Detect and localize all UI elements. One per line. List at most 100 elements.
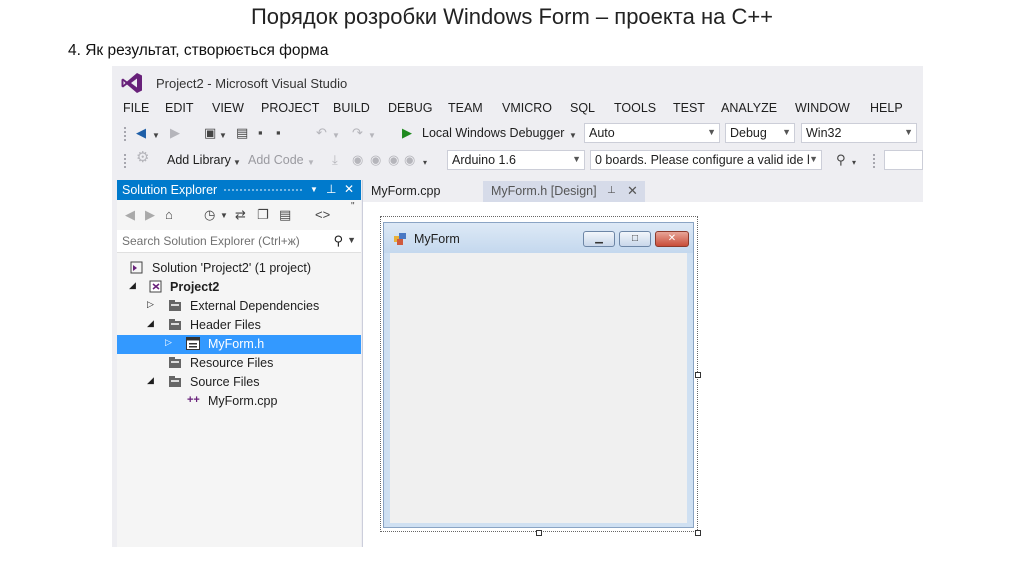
menu-help[interactable]: HELP xyxy=(870,101,903,115)
vmicro-toolbar: ⚙ Add Library ▼ Add Code ▼ ⤓ ◉ ◉ ◉ ◉ ▾ A… xyxy=(112,148,923,173)
back-dropdown-icon[interactable]: ▼ xyxy=(152,128,160,144)
menu-window[interactable]: WINDOW xyxy=(795,101,850,115)
menu-vmicro[interactable]: VMICRO xyxy=(502,101,552,115)
overflow-icon[interactable]: " xyxy=(351,201,355,212)
stop-icon[interactable]: ◉ xyxy=(370,152,381,168)
toolbar-grip[interactable] xyxy=(123,126,127,142)
menu-file[interactable]: FILE xyxy=(123,101,149,115)
upload-icon[interactable]: ⤓ xyxy=(332,152,338,168)
step-icon[interactable]: ◉ xyxy=(404,152,415,168)
tree-item-solution[interactable]: Solution 'Project2' (1 project) xyxy=(117,259,361,278)
menu-project[interactable]: PROJECT xyxy=(261,101,319,115)
redo-icon[interactable]: ↷ xyxy=(352,125,363,141)
tree-item-myform-cpp[interactable]: ++ MyForm.cpp xyxy=(117,392,361,411)
add-code-button[interactable]: Add Code xyxy=(248,153,304,167)
form-window[interactable]: MyForm ▁ □ ✕ xyxy=(383,222,694,528)
tree-item-myform-h[interactable]: ▷ MyForm.h xyxy=(117,335,361,354)
tree-item-project[interactable]: ◢ Project2 xyxy=(117,278,361,297)
menu-view[interactable]: VIEW xyxy=(212,101,244,115)
search-dropdown-icon[interactable]: ▾ xyxy=(852,155,856,171)
search-icon[interactable]: ⚲ xyxy=(836,152,846,168)
form-client-area[interactable] xyxy=(390,253,687,523)
save-all-icon[interactable]: ▪ xyxy=(276,125,281,141)
start-debugging-icon[interactable]: ▶ xyxy=(402,125,412,141)
pin-icon[interactable]: ⊥ xyxy=(326,182,336,196)
menu-test[interactable]: TEST xyxy=(673,101,705,115)
maximize-button[interactable]: □ xyxy=(619,231,651,247)
open-file-icon[interactable]: ▤ xyxy=(236,125,248,141)
new-project-dropdown-icon[interactable]: ▼ xyxy=(219,128,227,144)
add-code-dropdown-icon[interactable]: ▼ xyxy=(307,155,315,171)
properties-icon[interactable]: ▤ xyxy=(279,207,291,223)
find-input[interactable] xyxy=(884,150,923,170)
menu-build[interactable]: BUILD xyxy=(333,101,370,115)
add-library-dropdown-icon[interactable]: ▼ xyxy=(233,155,241,171)
solution-platform-combo[interactable]: Auto ▼ xyxy=(584,123,720,143)
pause-icon[interactable]: ◉ xyxy=(388,152,399,168)
expanded-arrow-icon[interactable]: ◢ xyxy=(147,318,154,329)
menu-edit[interactable]: EDIT xyxy=(165,101,193,115)
home-icon[interactable]: ⌂ xyxy=(165,207,173,222)
save-icon[interactable]: ▪ xyxy=(258,125,263,141)
collapse-all-icon[interactable]: ❐ xyxy=(257,207,269,223)
expanded-arrow-icon[interactable]: ◢ xyxy=(129,280,136,291)
menu-tools[interactable]: TOOLS xyxy=(614,101,656,115)
solution-explorer-header: Solution Explorer ▼ ⊥ ✕ xyxy=(117,180,361,200)
toolbar-grip[interactable] xyxy=(123,153,127,169)
search-icon[interactable]: ⚲ xyxy=(333,233,343,249)
resize-handle-right[interactable] xyxy=(695,372,701,378)
solution-explorer-toolbar: ◀ ▶ ⌂ ◷ ▼ ⇄ ❐ ▤ <> " xyxy=(117,201,361,228)
tree-item-header-files[interactable]: ◢ Header Files xyxy=(117,316,361,335)
overflow-icon[interactable]: ▾ xyxy=(423,155,427,171)
port-combo[interactable]: 0 boards. Please configure a valid ide l… xyxy=(590,150,822,170)
menu-analyze[interactable]: ANALYZE xyxy=(721,101,777,115)
configuration-combo[interactable]: Debug ▼ xyxy=(725,123,795,143)
back-icon[interactable]: ◀ xyxy=(125,207,135,223)
undo-dropdown-icon[interactable]: ▼ xyxy=(332,128,340,144)
gear-icon[interactable]: ⚙ xyxy=(136,150,149,166)
search-placeholder: Search Solution Explorer (Ctrl+ж) xyxy=(122,234,300,248)
tab-myform-cpp[interactable]: MyForm.cpp xyxy=(363,181,483,202)
platform-combo[interactable]: Win32 ▼ xyxy=(801,123,917,143)
tree-item-external-dependencies[interactable]: ▷ External Dependencies xyxy=(117,297,361,316)
back-icon[interactable]: ◀ xyxy=(136,125,146,141)
pending-changes-icon[interactable]: ◷ xyxy=(204,207,215,223)
visual-studio-logo-icon xyxy=(121,73,142,93)
title-bar: Project2 - Microsoft Visual Studio xyxy=(112,66,923,98)
view-code-icon[interactable]: <> xyxy=(315,207,330,222)
close-button[interactable]: ✕ xyxy=(655,231,689,247)
pending-dropdown-icon[interactable]: ▼ xyxy=(220,211,228,220)
menu-debug[interactable]: DEBUG xyxy=(388,101,432,115)
board-combo[interactable]: Arduino 1.6 ▼ xyxy=(447,150,585,170)
resize-handle-bottom[interactable] xyxy=(536,530,542,536)
sync-icon[interactable]: ⇄ xyxy=(235,207,246,223)
redo-dropdown-icon[interactable]: ▼ xyxy=(368,128,376,144)
chevron-down-icon[interactable]: ▼ xyxy=(347,235,356,245)
expanded-arrow-icon[interactable]: ◢ xyxy=(147,375,154,386)
pin-tab-icon[interactable]: ⊥ xyxy=(607,185,616,196)
undo-icon[interactable]: ↶ xyxy=(316,125,327,141)
close-tab-icon[interactable]: ✕ xyxy=(627,183,638,199)
tab-myform-h-design[interactable]: MyForm.h [Design] ⊥ ✕ xyxy=(483,181,645,202)
new-project-icon[interactable]: ▣ xyxy=(204,125,216,141)
panel-grip[interactable] xyxy=(223,188,303,193)
solution-explorer-search[interactable]: Search Solution Explorer (Ctrl+ж) ⚲ ▼ xyxy=(117,230,361,253)
window-position-icon[interactable]: ▼ xyxy=(310,185,318,194)
menu-team[interactable]: TEAM xyxy=(448,101,483,115)
forward-icon[interactable]: ▶ xyxy=(170,125,180,141)
add-library-button[interactable]: Add Library xyxy=(167,153,231,167)
debugger-dropdown-icon[interactable]: ▼ xyxy=(569,128,577,144)
tree-item-source-files[interactable]: ◢ Source Files xyxy=(117,373,361,392)
collapsed-arrow-icon[interactable]: ▷ xyxy=(147,299,154,310)
forward-icon[interactable]: ▶ xyxy=(145,207,155,223)
collapsed-arrow-icon[interactable]: ▷ xyxy=(165,337,172,348)
play-icon[interactable]: ◉ xyxy=(352,152,363,168)
menu-sql[interactable]: SQL xyxy=(570,101,595,115)
start-debugger-button[interactable]: Local Windows Debugger xyxy=(422,126,564,140)
tree-item-resource-files[interactable]: Resource Files xyxy=(117,354,361,373)
toolbar-grip[interactable] xyxy=(872,153,876,169)
form-caption: MyForm xyxy=(414,232,460,246)
close-icon[interactable]: ✕ xyxy=(344,182,354,196)
minimize-button[interactable]: ▁ xyxy=(583,231,615,247)
resize-handle-corner[interactable] xyxy=(695,530,701,536)
